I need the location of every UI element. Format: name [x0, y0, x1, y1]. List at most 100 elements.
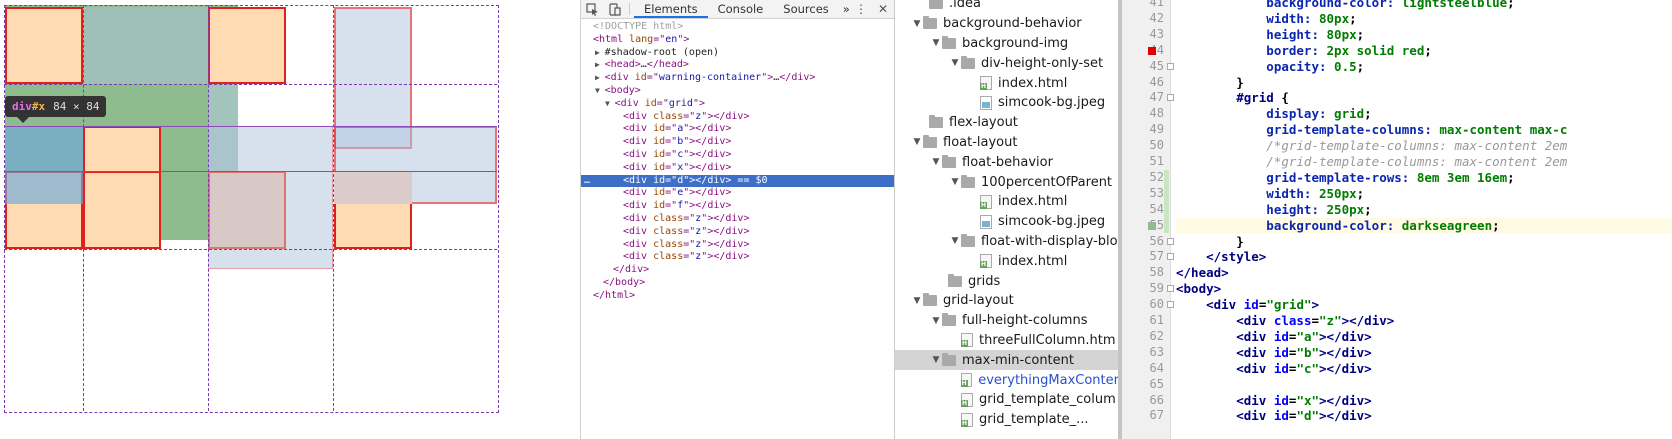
- code-line[interactable]: background-color: lightsteelblue;: [1176, 0, 1672, 11]
- fold-marker-icon[interactable]: [1167, 237, 1174, 245]
- dom-node[interactable]: … <div id="d"></div> == $0: [581, 174, 894, 188]
- dom-node[interactable]: <div class="z"></div>: [581, 226, 894, 239]
- code-line[interactable]: width: 250px;: [1176, 186, 1672, 202]
- dom-node[interactable]: ▼ <div id="grid">: [581, 98, 894, 111]
- tree-item[interactable]: ▼ full-height-columns: [895, 311, 1118, 331]
- expand-triangle-icon[interactable]: ▼: [605, 99, 615, 108]
- dom-node[interactable]: ▶ #shadow-root (open): [581, 47, 894, 60]
- code-line[interactable]: }: [1176, 234, 1672, 250]
- dom-node[interactable]: <div id="x"></div>: [581, 162, 894, 175]
- code-line[interactable]: <div id="grid">: [1176, 297, 1672, 313]
- expand-arrow-icon[interactable]: ▼: [930, 355, 942, 365]
- code-line[interactable]: width: 80px;: [1176, 11, 1672, 27]
- fold-marker-icon[interactable]: [1167, 62, 1174, 70]
- fold-marker-icon[interactable]: [1167, 94, 1174, 102]
- dom-node[interactable]: </body>: [581, 277, 894, 290]
- collapse-triangle-icon[interactable]: ▶: [595, 73, 605, 82]
- expand-arrow-icon[interactable]: ▼: [911, 296, 923, 306]
- tree-item[interactable]: ▼ background-img: [895, 34, 1118, 54]
- code-line[interactable]: }: [1176, 75, 1672, 91]
- code-line[interactable]: border: 2px solid red;: [1176, 43, 1672, 59]
- collapse-triangle-icon[interactable]: ▶: [595, 60, 605, 69]
- code-line[interactable]: opacity: 0.5;: [1176, 59, 1672, 75]
- expand-arrow-icon[interactable]: ▼: [930, 157, 942, 167]
- tree-item[interactable]: ▼ max-min-content: [895, 350, 1118, 371]
- expand-arrow-icon[interactable]: ▼: [911, 137, 923, 147]
- dom-node[interactable]: <div id="c"></div>: [581, 149, 894, 162]
- expand-arrow-icon[interactable]: ▼: [911, 19, 923, 29]
- dom-node[interactable]: <div id="b"></div>: [581, 136, 894, 149]
- code-line[interactable]: <div id="x"></div>: [1176, 393, 1672, 409]
- code-line[interactable]: height: 250px;: [1176, 202, 1672, 218]
- tree-item[interactable]: ▼ float-behavior: [895, 152, 1118, 172]
- code-line[interactable]: <div id="a"></div>: [1176, 329, 1672, 345]
- kebab-menu-icon[interactable]: ⋮: [850, 0, 872, 18]
- code-line[interactable]: <div id="b"></div>: [1176, 345, 1672, 361]
- tree-item[interactable]: flex-layout: [895, 113, 1118, 133]
- tree-item[interactable]: ▼ div-height-only-set: [895, 53, 1118, 73]
- expand-arrow-icon[interactable]: ▼: [949, 58, 961, 68]
- code-line[interactable]: <div id="c"></div>: [1176, 361, 1672, 377]
- code-line[interactable]: grid-template-rows: 8em 3em 16em;: [1176, 170, 1672, 186]
- tree-item[interactable]: ▼ 100percentOfParent: [895, 172, 1118, 192]
- code-line[interactable]: <div id="d"></div>: [1176, 408, 1672, 424]
- tab-elements[interactable]: Elements: [634, 0, 708, 18]
- dom-node[interactable]: <div id="f"></div>: [581, 200, 894, 213]
- code-line[interactable]: background-color: darkseagreen;: [1176, 217, 1672, 234]
- tree-item[interactable]: grids: [895, 271, 1118, 291]
- code-line[interactable]: #grid {: [1176, 90, 1672, 106]
- dom-node[interactable]: <html lang="en">: [581, 34, 894, 47]
- code-line[interactable]: [1176, 377, 1672, 393]
- code-line[interactable]: display: grid;: [1176, 106, 1672, 122]
- code-line[interactable]: </style>: [1176, 249, 1672, 265]
- tree-item[interactable]: ▼ grid-layout: [895, 291, 1118, 311]
- device-toolbar-icon[interactable]: [603, 0, 625, 18]
- dom-node[interactable]: <div class="z"></div>: [581, 239, 894, 252]
- dom-node[interactable]: ▶ <div id="warning-container">…</div>: [581, 72, 894, 85]
- dom-node[interactable]: <!DOCTYPE html>: [581, 21, 894, 34]
- expand-arrow-icon[interactable]: ▼: [949, 236, 961, 246]
- expand-arrow-icon[interactable]: ▼: [930, 316, 942, 326]
- tree-item[interactable]: simcook-bg.jpeg: [895, 93, 1118, 113]
- tree-item[interactable]: simcook-bg.jpeg: [895, 212, 1118, 232]
- dom-node[interactable]: <div class="z"></div>: [581, 251, 894, 264]
- dom-node[interactable]: <div class="z"></div>: [581, 111, 894, 124]
- tree-item[interactable]: grid_template_...: [895, 410, 1118, 430]
- tab-console[interactable]: Console: [708, 0, 774, 18]
- tree-item[interactable]: ▼ float-layout: [895, 133, 1118, 153]
- collapse-triangle-icon[interactable]: ▶: [595, 48, 605, 57]
- code-line[interactable]: <div class="z"></div>: [1176, 313, 1672, 329]
- tree-item[interactable]: index.html: [895, 251, 1118, 271]
- fold-marker-icon[interactable]: [1167, 301, 1174, 309]
- dom-node[interactable]: <div id="e"></div>: [581, 187, 894, 200]
- expand-arrow-icon[interactable]: ▼: [930, 38, 942, 48]
- tree-item[interactable]: ▼ float-with-display-blo: [895, 232, 1118, 252]
- dom-node[interactable]: </html>: [581, 290, 894, 303]
- code-line[interactable]: height: 80px;: [1176, 27, 1672, 43]
- dom-node[interactable]: <div id="a"></div>: [581, 123, 894, 136]
- code-line[interactable]: grid-template-columns: max-content max-c: [1176, 122, 1672, 138]
- inspect-element-icon[interactable]: [581, 0, 603, 18]
- code-line[interactable]: <body>: [1176, 281, 1672, 297]
- tree-item[interactable]: .idea: [895, 0, 1118, 14]
- dom-node[interactable]: ▶ <head>…</head>: [581, 59, 894, 72]
- tab-sources[interactable]: Sources: [773, 0, 839, 18]
- code-editor[interactable]: 41 42 43 44 45 46 47 48 49 50 51 52 53 54 55 56 57 58 59 60…: [1118, 0, 1672, 439]
- tree-item[interactable]: threeFullColumn.htm: [895, 331, 1118, 351]
- dom-node[interactable]: <div class="z"></div>: [581, 213, 894, 226]
- tree-item[interactable]: grid_template_colum: [895, 390, 1118, 410]
- fold-marker-icon[interactable]: [1167, 285, 1174, 293]
- expand-triangle-icon[interactable]: ▼: [595, 86, 605, 95]
- page-preview[interactable]: div#x 84 × 84: [0, 0, 580, 439]
- close-icon[interactable]: ✕: [872, 0, 894, 18]
- code-line[interactable]: /*grid-template-columns: max-content 2em: [1176, 138, 1672, 154]
- fold-marker-icon[interactable]: [1167, 253, 1174, 261]
- dom-node[interactable]: ▼ <body>: [581, 85, 894, 98]
- expand-arrow-icon[interactable]: ▼: [949, 177, 961, 187]
- dom-node[interactable]: </div>: [581, 264, 894, 277]
- code-line[interactable]: /*grid-template-columns: max-content 2em: [1176, 154, 1672, 170]
- tree-item[interactable]: index.html: [895, 73, 1118, 93]
- code-line[interactable]: </head>: [1176, 265, 1672, 281]
- tree-item[interactable]: everythingMaxConter: [895, 370, 1118, 390]
- tree-item[interactable]: ▼ background-behavior: [895, 14, 1118, 34]
